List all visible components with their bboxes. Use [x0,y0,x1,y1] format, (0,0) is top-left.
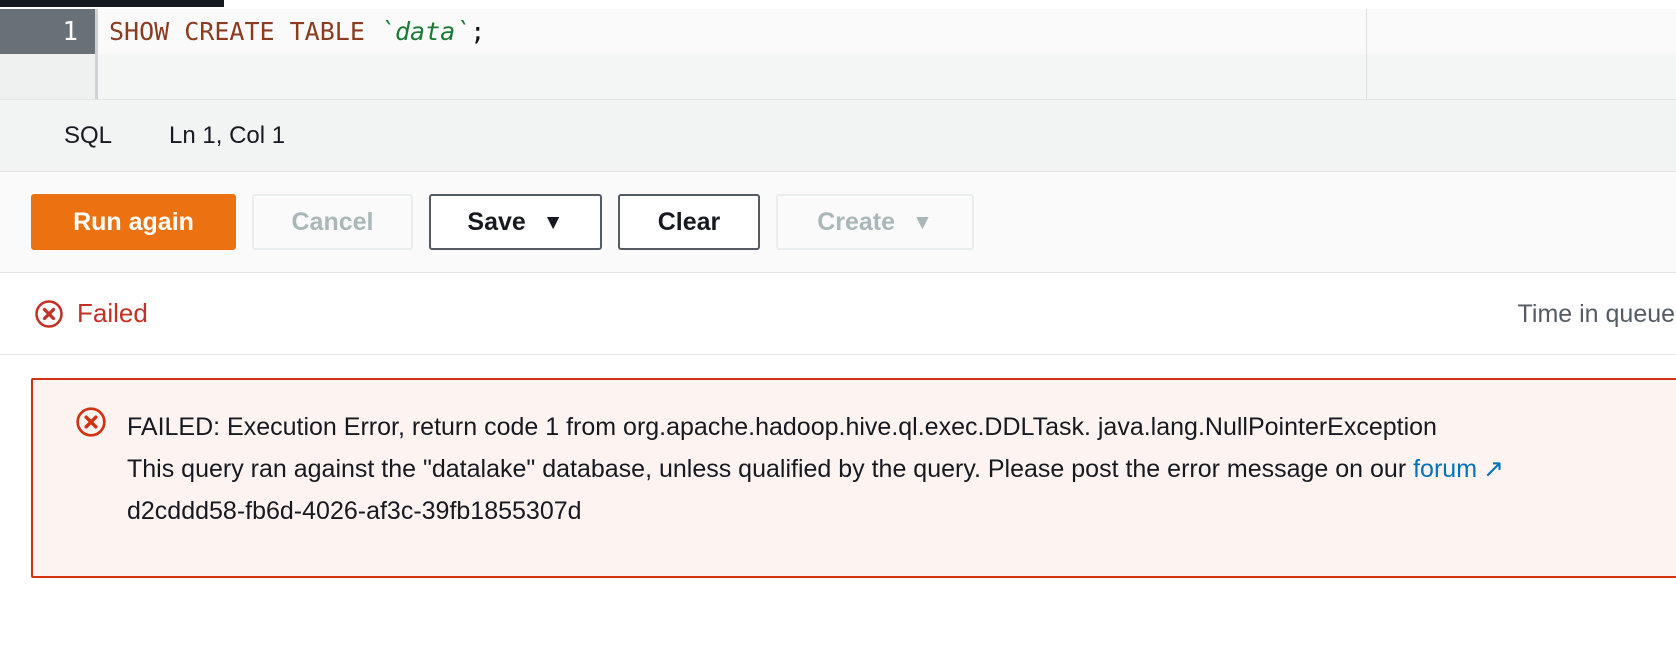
error-message-line-2: This query ran against the "datalake" da… [127,448,1504,490]
time-in-queue: Time in queue: [1518,273,1676,355]
create-label: Create [817,207,896,236]
error-message-line-2-text: This query ran against the "datalake" da… [127,455,1414,483]
clear-button[interactable]: Clear [618,194,760,250]
save-label: Save [467,207,526,236]
editor-status-bar: SQL Ln 1, Col 1 [0,100,1676,172]
error-alert-body: FAILED: Execution Error, return code 1 f… [127,406,1504,532]
sql-keyword-token: SHOW CREATE TABLE [109,17,380,46]
query-status: Failed [34,298,148,329]
error-circle-icon [34,299,64,329]
error-query-id: d2cddd58-fb6d-4026-af3c-39fb1855307d [127,497,582,525]
line-number-gutter: 1 [0,9,95,54]
code-text-line-1[interactable]: SHOW CREATE TABLE `data`; [95,9,1676,54]
error-message-line-1: FAILED: Execution Error, return code 1 f… [127,413,1437,441]
cancel-button: Cancel [252,194,413,250]
editor-line-blank[interactable] [0,54,1676,99]
editor-line-1[interactable]: 1 SHOW CREATE TABLE `data`; [0,9,1676,54]
sql-editor[interactable]: 1 SHOW CREATE TABLE `data`; [0,9,1676,100]
line-number: 1 [62,16,78,47]
create-button: Create ▼ [776,194,974,250]
editor-language-label: SQL [64,121,113,149]
cursor-position-label: Ln 1, Col 1 [169,121,286,149]
cancel-label: Cancel [291,207,374,236]
time-in-queue-label: Time in queue: [1517,299,1676,328]
sql-punct-token: ; [470,17,486,46]
clear-label: Clear [657,207,721,236]
save-button[interactable]: Save ▼ [429,194,602,250]
query-status-label: Failed [77,298,148,328]
run-again-button[interactable]: Run again [31,194,236,250]
editor-action-bar: Run again Cancel Save ▼ Clear Create ▼ [0,172,1676,273]
error-alert: FAILED: Execution Error, return code 1 f… [31,378,1676,578]
forum-link[interactable]: forum [1413,455,1477,483]
active-tab-indicator[interactable] [0,0,224,7]
error-circle-icon [75,406,107,532]
sql-identifier-token: `data` [379,17,471,46]
query-result-status-row: Failed Time in queue: [0,273,1676,355]
tab-strip [0,0,1676,9]
editor-column-ruler-blank [1366,54,1367,99]
chevron-down-icon: ▼ [912,210,933,234]
external-link-icon: ↗ [1483,455,1504,483]
code-text-blank[interactable] [95,54,1676,99]
chevron-down-icon: ▼ [542,210,564,234]
run-again-label: Run again [73,207,194,236]
editor-column-ruler [1366,9,1367,54]
line-number-gutter-blank [0,54,95,99]
